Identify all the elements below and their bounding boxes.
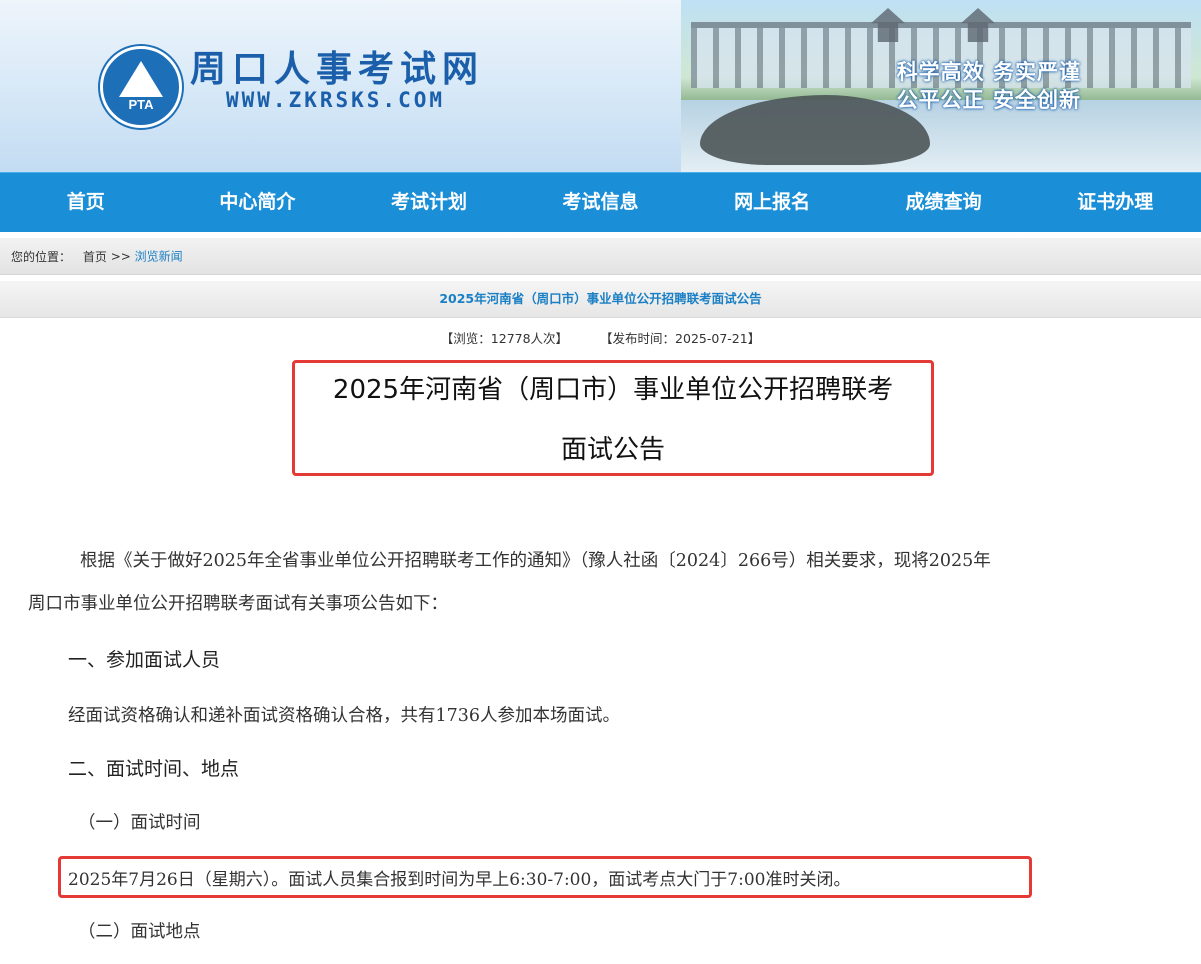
nav-item-certificate[interactable]: 证书办理 [1029, 173, 1201, 232]
breadcrumb-current-link[interactable]: 浏览新闻 [135, 250, 183, 264]
header-banner: PTA 周口人事考试网 WWW.ZKRSKS.COM 科学高效 务实严谨 公平公… [0, 0, 1201, 172]
article-title-line1: 2025年河南省（周口市）事业单位公开招聘联考 [332, 375, 894, 405]
breadcrumb-separator: >> [110, 249, 131, 264]
nav-item-exam-plan[interactable]: 考试计划 [343, 173, 515, 232]
article-title-bar: 2025年河南省（周口市）事业单位公开招聘联考面试公告 [0, 281, 1201, 318]
site-url: WWW.ZKRSKS.COM [226, 88, 446, 112]
nav-item-score-query[interactable]: 成绩查询 [858, 173, 1030, 232]
nav-item-about[interactable]: 中心简介 [172, 173, 344, 232]
section-heading-time-location: 二、面试时间、地点 [68, 758, 240, 780]
triangle-icon [119, 61, 163, 97]
article-title-highlight: 2025年河南省（周口市）事业单位公开招聘联考 面试公告 [292, 360, 934, 476]
article-title-line2: 面试公告 [560, 435, 665, 465]
main-nav: 首页 中心简介 考试计划 考试信息 网上报名 成绩查询 证书办理 [0, 172, 1201, 232]
site-name: 周口人事考试网 [190, 49, 485, 90]
nav-item-registration[interactable]: 网上报名 [686, 173, 858, 232]
breadcrumb: 您的位置： 首页 >> 浏览新闻 [0, 238, 1201, 275]
site-logo[interactable]: PTA [100, 46, 182, 128]
article-meta: 【浏览：12778人次】 【发布时间：2025-07-21】 [0, 328, 1201, 347]
slogan-line2: 公平公正 安全创新 [896, 88, 1081, 112]
section-heading-participants: 一、参加面试人员 [68, 649, 221, 671]
interview-time-text: 2025年7月26日（星期六）。面试人员集合报到时间为早上6:30-7:00，面… [68, 870, 851, 890]
intro-paragraph-line2: 周口市事业单位公开招聘联考面试有关事项公告如下： [28, 594, 448, 614]
subheading-interview-time: （一）面试时间 [78, 813, 201, 833]
breadcrumb-label: 您的位置： [11, 249, 72, 264]
participants-text: 经面试资格确认和递补面试资格确认合格，共有1736人参加本场面试。 [68, 706, 621, 726]
logo-text: PTA [128, 97, 154, 112]
publish-date: 【发布时间：2025-07-21】 [600, 331, 761, 346]
view-count: 【浏览：12778人次】 [440, 331, 569, 346]
nav-item-exam-info[interactable]: 考试信息 [515, 173, 687, 232]
breadcrumb-home-link[interactable]: 首页 [83, 250, 107, 264]
slogan-line1: 科学高效 务实严谨 [896, 60, 1081, 84]
subheading-interview-location: （二）面试地点 [78, 922, 201, 942]
nav-item-home[interactable]: 首页 [0, 173, 172, 232]
intro-paragraph-line1: 根据《关于做好2025年全省事业单位公开招聘联考工作的通知》（豫人社函〔2024… [80, 551, 991, 571]
